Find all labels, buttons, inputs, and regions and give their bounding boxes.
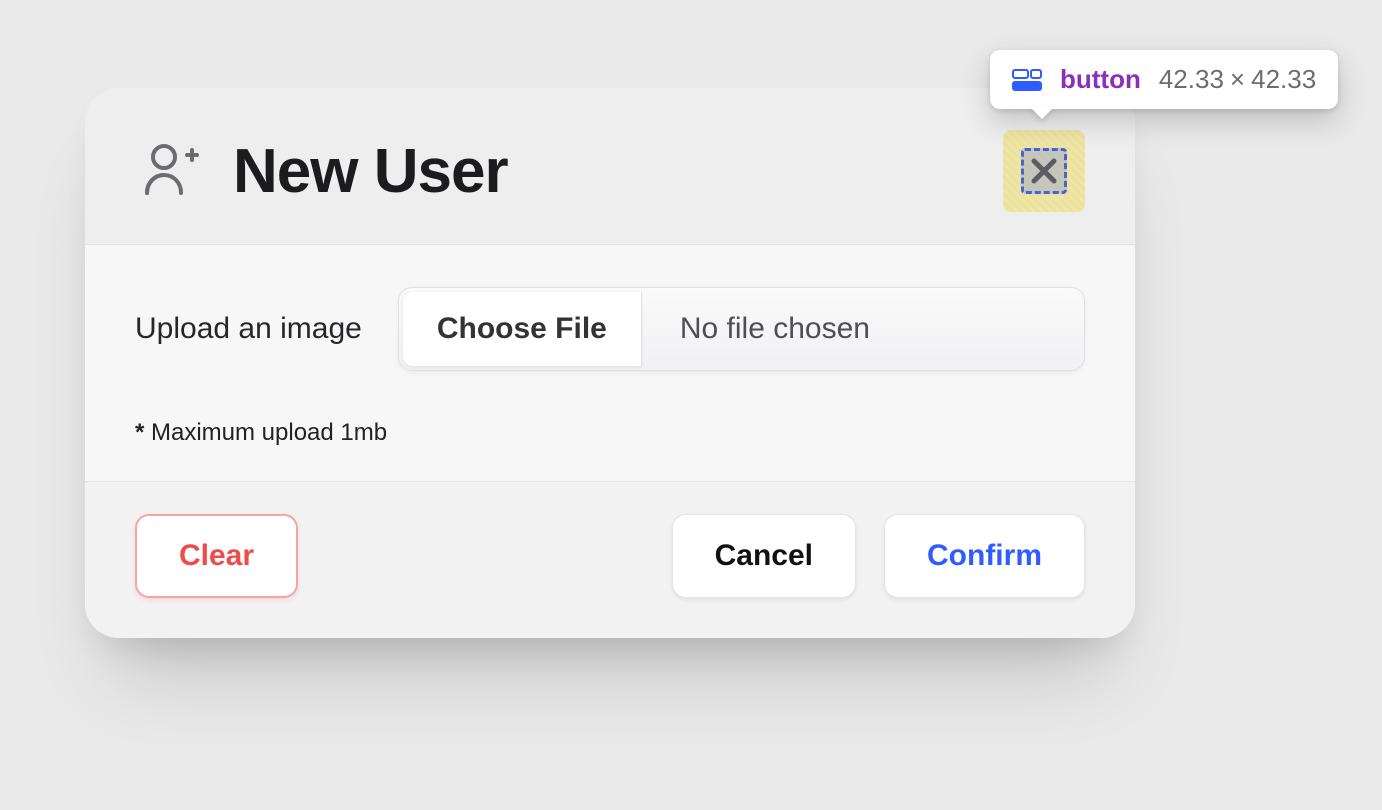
new-user-modal: New User Upload an image Choose File No … bbox=[85, 88, 1135, 638]
modal-title: New User bbox=[233, 136, 508, 207]
close-icon bbox=[1029, 156, 1059, 186]
upload-label: Upload an image bbox=[135, 312, 362, 346]
modal-header-left: New User bbox=[135, 136, 508, 207]
layout-icon bbox=[1012, 68, 1042, 92]
clear-button[interactable]: Clear bbox=[135, 514, 298, 598]
confirm-button[interactable]: Confirm bbox=[884, 514, 1085, 598]
file-status: No file chosen bbox=[642, 288, 1084, 370]
add-user-icon bbox=[135, 137, 203, 205]
cancel-button[interactable]: Cancel bbox=[672, 514, 856, 598]
inspect-element-dimensions: 42.33×42.33 bbox=[1159, 64, 1316, 95]
file-input[interactable]: Choose File No file chosen bbox=[398, 287, 1085, 371]
close-button[interactable] bbox=[1003, 130, 1085, 212]
modal-body: Upload an image Choose File No file chos… bbox=[85, 245, 1135, 481]
upload-row: Upload an image Choose File No file chos… bbox=[135, 287, 1085, 371]
modal-header: New User bbox=[85, 88, 1135, 245]
hint-text: Maximum upload 1mb bbox=[144, 419, 387, 446]
modal-footer: Clear Cancel Confirm bbox=[85, 481, 1135, 638]
stage: New User Upload an image Choose File No … bbox=[0, 0, 1382, 810]
choose-file-button[interactable]: Choose File bbox=[403, 292, 642, 366]
inspect-element-tag: button bbox=[1060, 64, 1141, 95]
hint-asterisk: * bbox=[135, 419, 144, 446]
upload-hint: * Maximum upload 1mb bbox=[135, 419, 1085, 447]
devtools-inspect-tooltip: button 42.33×42.33 bbox=[990, 50, 1338, 109]
